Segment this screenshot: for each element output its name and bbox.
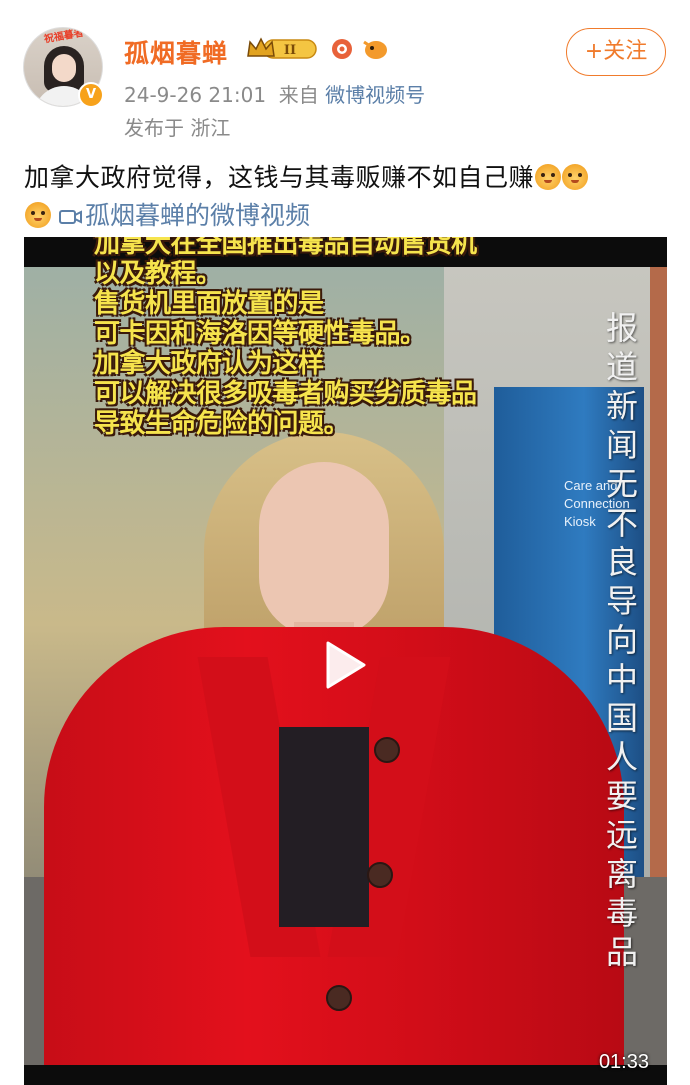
badge-icon[interactable] <box>330 36 354 62</box>
caption-line: 加拿大在全国推出毒品自动售货机 <box>94 237 477 259</box>
caption-line: 可以解决很多吸毒者购买劣质毒品 <box>94 379 477 409</box>
caption-line: 售货机里面放置的是 <box>94 289 324 319</box>
person-shirt <box>279 727 369 927</box>
emoji-doge-icon <box>535 164 562 190</box>
post-line-2: 孤烟暮蝉的微博视频 <box>24 196 310 232</box>
coat-button <box>326 985 352 1011</box>
emoji-doge-icon <box>25 202 51 228</box>
scene-brick <box>650 267 667 947</box>
source-link[interactable]: 微博视频号 <box>325 83 425 107</box>
timestamp: 24-9-26 21:01 <box>124 83 267 107</box>
crown-level-icon[interactable]: II <box>246 36 318 62</box>
username[interactable]: 孤烟暮蝉 <box>124 34 228 70</box>
caption-line: 加拿大政府认为这样 <box>94 349 324 379</box>
source-prefix: 来自 <box>278 83 319 107</box>
caption-line: 导致生命危险的问题。 <box>94 409 350 439</box>
video-link[interactable]: 孤烟暮蝉的微博视频 <box>85 201 310 230</box>
location: 发布于 浙江 <box>124 116 231 140</box>
coat-button <box>374 737 400 763</box>
fish-badge-icon[interactable] <box>362 36 390 62</box>
verified-v-icon: V <box>78 82 104 108</box>
avatar-face <box>52 54 76 82</box>
vertical-watermark-text: 报道新闻无不良导向 中国人要远离毒品 <box>605 309 638 971</box>
person-face <box>259 462 389 637</box>
play-icon[interactable] <box>324 639 368 691</box>
post-meta: 24-9-26 21:01 来自 微博视频号 <box>124 79 425 108</box>
coat-button <box>367 862 393 888</box>
post-text: 加拿大政府觉得，这钱与其毒贩赚不如自己赚 <box>24 158 589 194</box>
follow-button[interactable]: +关注 <box>566 28 666 76</box>
video-letterbox-bottom <box>24 1065 667 1085</box>
caption-line: 以及教程。 <box>94 259 222 289</box>
video-player[interactable]: Care and Connection Kiosk 加拿大在全国推出毒品自动售货… <box>24 237 667 1085</box>
level-text: II <box>284 43 296 58</box>
post-body: 加拿大政府觉得，这钱与其毒贩赚不如自己赚 <box>24 163 535 192</box>
video-duration: 01:33 <box>598 1051 649 1073</box>
caption-line: 可卡因和海洛因等硬性毒品。 <box>94 319 426 349</box>
video-caption: 加拿大在全国推出毒品自动售货机 以及教程。 售货机里面放置的是 可卡因和海洛因等… <box>94 237 564 439</box>
video-camera-icon <box>59 210 82 224</box>
emoji-doge-icon <box>562 164 589 190</box>
